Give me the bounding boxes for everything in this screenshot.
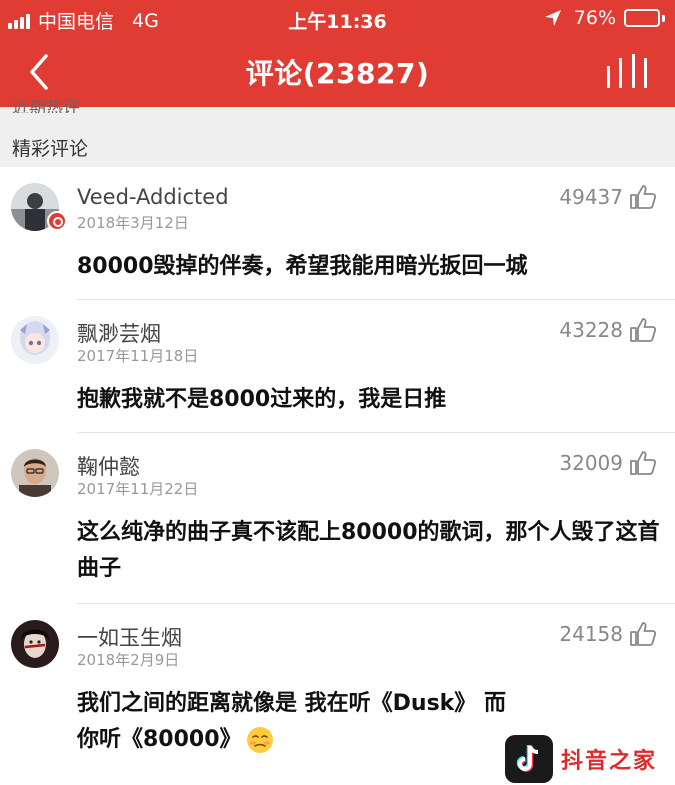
comment-text: 我们之间的距离就像是 我在听《Dusk》 而你听《80000》 [77, 686, 517, 758]
username[interactable]: 一如玉生烟 [77, 622, 182, 652]
unamused-face-icon [246, 727, 273, 753]
like-button[interactable]: 49437 [559, 184, 657, 210]
username[interactable]: Veed-Addicted [77, 185, 229, 209]
comment-item[interactable]: 鞠仲懿 2017年11月22日 32009 这么纯净的曲子真不该配上80000的… [0, 433, 675, 604]
location-arrow-icon [544, 10, 561, 26]
comment-item[interactable]: 飘渺芸烟 2017年11月18日 43228 抱歉我就不是8000过来的，我是日… [0, 300, 675, 433]
page-title: 评论(23827) [245, 57, 430, 90]
tiktok-logo-icon [505, 735, 553, 783]
thumbs-up-icon [630, 451, 657, 475]
like-count: 24158 [559, 622, 623, 646]
watermark-text: 抖音之家 [561, 748, 658, 774]
section-header: 精彩评论 [0, 107, 675, 167]
battery-percent: 76% [573, 7, 616, 29]
thumbs-up-icon [630, 622, 657, 646]
nav-bar: 评论(23827) [0, 36, 675, 107]
comment-date: 2018年2月9日 [77, 651, 180, 669]
avatar[interactable] [11, 316, 59, 364]
watermark: 抖音之家 [505, 735, 670, 783]
like-button[interactable]: 43228 [559, 317, 657, 343]
section-title: 精彩评论 [12, 138, 89, 160]
bars-menu-icon [607, 66, 610, 88]
thumbs-up-icon [630, 185, 657, 209]
like-button[interactable]: 32009 [559, 450, 657, 476]
playlist-menu-button[interactable] [607, 54, 647, 88]
comment-text: 这么纯净的曲子真不该配上80000的歌词，那个人毁了这首曲子 [77, 520, 660, 581]
comment-date: 2018年3月12日 [77, 214, 189, 232]
thumbs-up-icon [630, 318, 657, 342]
battery-icon [624, 9, 665, 27]
comment-text-body: 我们之间的距离就像是 我在听《Dusk》 而你听《80000》 [77, 691, 506, 752]
username[interactable]: 飘渺芸烟 [77, 318, 161, 348]
avatar[interactable] [11, 620, 59, 668]
recent-hot-label: 近期热评 [12, 99, 80, 113]
like-button[interactable]: 24158 [559, 621, 657, 647]
comment-date: 2017年11月22日 [77, 480, 199, 498]
comment-text: 抱歉我就不是8000过来的，我是日推 [77, 387, 447, 412]
vip-badge-icon [47, 211, 67, 231]
comment-date: 2017年11月18日 [77, 347, 199, 365]
like-count: 49437 [559, 185, 623, 209]
comment-item[interactable]: Veed-Addicted 2018年3月12日 49437 80000毁掉的伴… [0, 167, 675, 300]
like-count: 43228 [559, 318, 623, 342]
avatar[interactable] [11, 449, 59, 497]
comment-list: Veed-Addicted 2018年3月12日 49437 80000毁掉的伴… [0, 167, 675, 785]
comment-text: 80000毁掉的伴奏，希望我能用暗光扳回一城 [77, 254, 528, 279]
app-header: 中国电信 4G 上午11:36 76% 评论(23827) [0, 0, 675, 107]
username[interactable]: 鞠仲懿 [77, 451, 140, 481]
like-count: 32009 [559, 451, 623, 475]
status-bar: 中国电信 4G 上午11:36 76% [0, 0, 675, 36]
